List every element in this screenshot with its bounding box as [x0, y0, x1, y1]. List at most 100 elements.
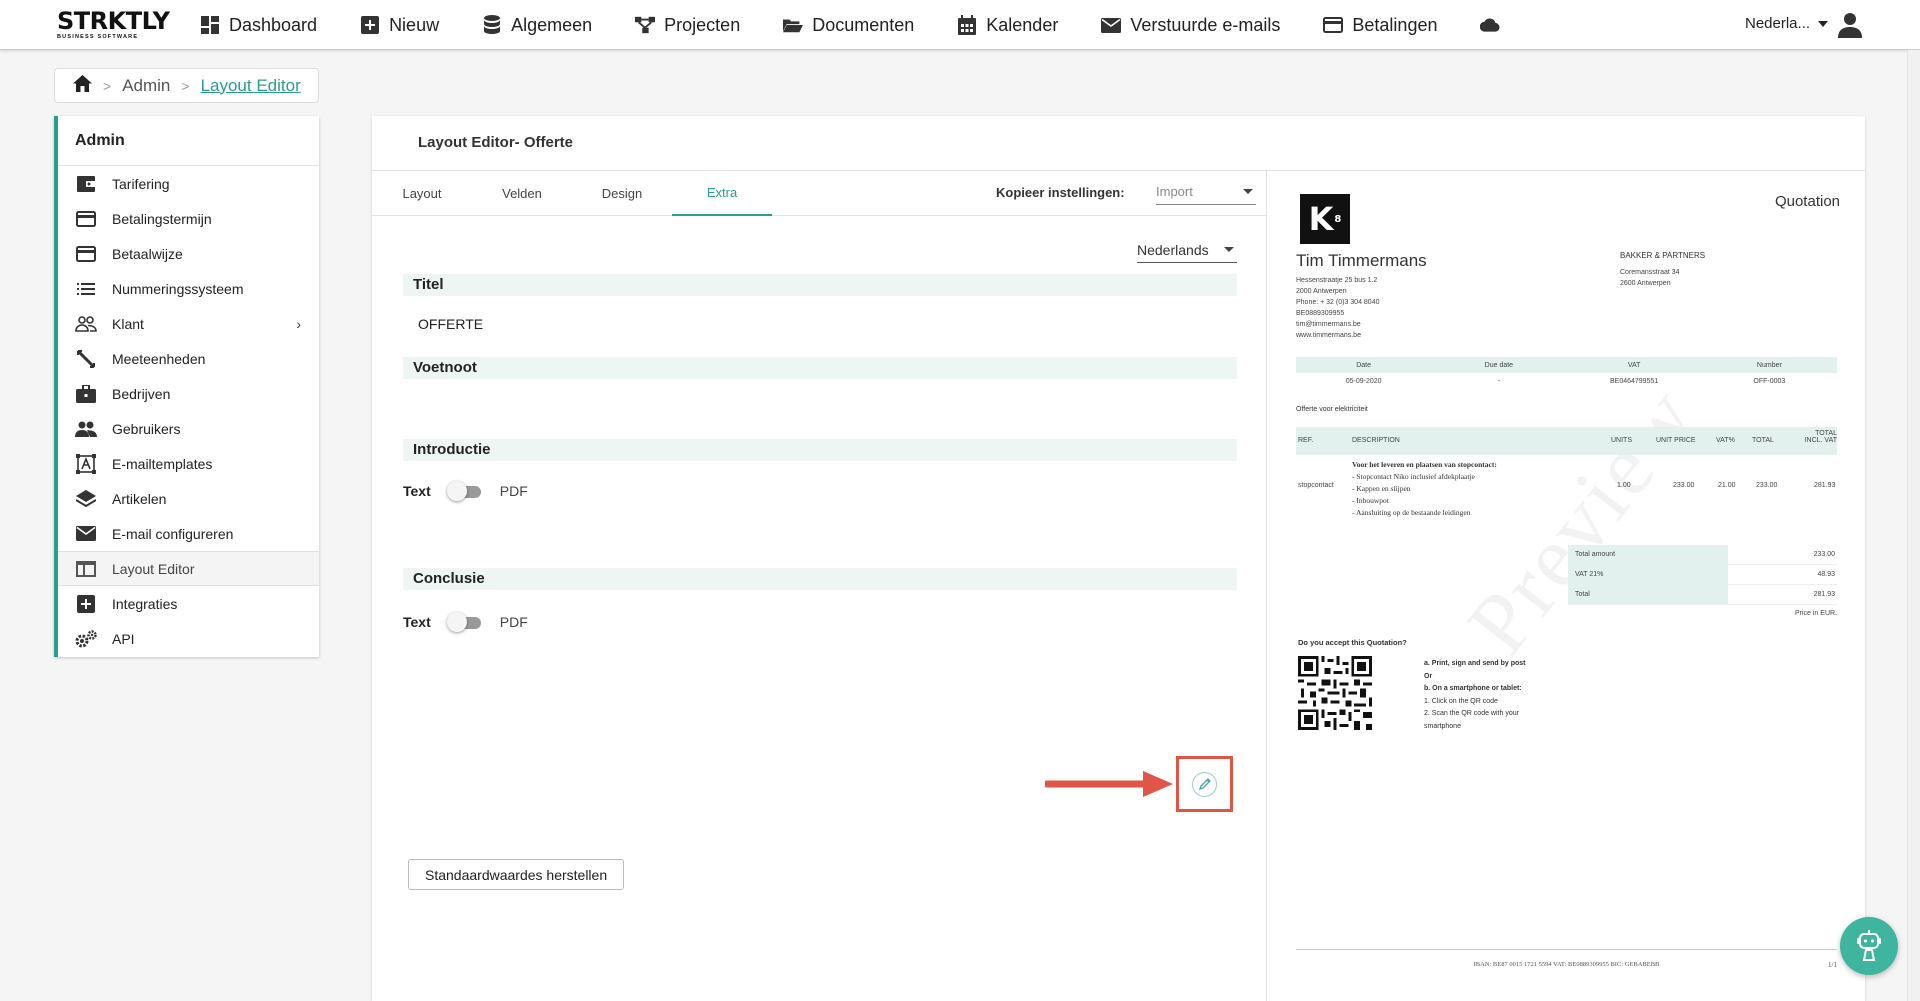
nav-documenten-label: Documenten — [812, 14, 915, 35]
breadcrumb-current[interactable]: Layout Editor — [201, 76, 301, 96]
line-description: Voor het leveren en plaatsen van stopcon… — [1352, 459, 1497, 519]
line-description-line: - Inbouwpot — [1352, 496, 1389, 505]
calendar-icon — [957, 15, 977, 35]
credit-card-icon — [75, 243, 97, 265]
sidebar-item-label: Integraties — [112, 595, 178, 612]
layout-editor-panel: Layout Editor- Offerte Layout Velden Des… — [372, 116, 1865, 1001]
database-icon — [482, 15, 502, 35]
sender-address: Hessenstraatje 25 bus 1.2 2000 Antwerpen… — [1296, 275, 1379, 341]
nav-cloud[interactable] — [1480, 15, 1509, 35]
chevron-down-icon — [1818, 20, 1829, 27]
sidebar-item-gebruikers[interactable]: Gebruikers — [58, 411, 319, 446]
nav-verstuurde-emails[interactable]: Verstuurde e-mails — [1101, 15, 1280, 36]
sidebar-item-betalingstermijn[interactable]: Betalingstermijn — [58, 201, 319, 236]
tab-design[interactable]: Design — [572, 171, 672, 216]
line-units: 1.00 — [1617, 482, 1631, 489]
instruction-line: b. On a smartphone or tablet: — [1424, 685, 1522, 692]
sender-address-line: tim@timmermans.be — [1296, 321, 1361, 328]
sidebar-item-e-mailtemplates[interactable]: E-mailtemplates — [58, 446, 319, 481]
sidebar-item-label: Meeteenheden — [112, 350, 206, 367]
sender-address-line: Phone: + 32 (0)3 304 8040 — [1296, 299, 1380, 306]
document-language-value: Nederlands — [1137, 242, 1209, 258]
totals-label: Total amount — [1568, 545, 1728, 565]
plus-square-icon — [75, 593, 97, 615]
nav-betalingen-label: Betalingen — [1352, 14, 1438, 35]
tab-layout[interactable]: Layout — [372, 171, 472, 216]
breadcrumb-admin[interactable]: Admin — [122, 76, 170, 96]
totals-label: VAT 21% — [1568, 565, 1728, 585]
sidebar-item-e-mail-configureren[interactable]: E-mail configureren — [58, 516, 319, 551]
sidebar-item-label: Gebruikers — [112, 420, 181, 437]
introductie-toggle-switch[interactable] — [446, 481, 483, 501]
help-assistant-button[interactable] — [1840, 917, 1898, 975]
document-type-title: Quotation — [1774, 193, 1840, 210]
line-description-line: - Aansluiting op de bestaande leidingen — [1352, 508, 1471, 517]
sidebar-item-label: Betaalwijze — [112, 245, 183, 262]
tab-extra[interactable]: Extra — [672, 171, 772, 216]
admin-sidebar: Admin Tarifering Betalingstermijn Betaal… — [54, 116, 319, 657]
tab-velden[interactable]: Velden — [472, 171, 572, 216]
language-select[interactable]: Nederla... — [1745, 15, 1829, 32]
home-icon[interactable] — [73, 74, 92, 97]
nav-projecten[interactable]: Projecten — [635, 15, 740, 36]
instruction-line: smartphone — [1424, 722, 1461, 730]
document-preview: Preview K8 Quotation Tim Timmermans Hess… — [1268, 171, 1865, 1001]
nav-dashboard[interactable]: Dashboard — [200, 15, 317, 36]
page-scrollbar[interactable] — [1907, 50, 1920, 1001]
edit-pencil-button[interactable] — [1192, 771, 1217, 797]
col-vat: VAT% — [1716, 437, 1735, 444]
sidebar-item-label: Klant — [112, 315, 144, 332]
chevron-down-icon — [1224, 247, 1234, 252]
sidebar-item-label: Tarifering — [112, 175, 170, 192]
sidebar-item-nummeringssysteem[interactable]: Nummeringssysteem — [58, 271, 319, 306]
strktly-logo[interactable]: STRKTLY BUSINESS SOFTWARE — [57, 9, 170, 41]
sidebar-item-label: Nummeringssysteem — [112, 280, 244, 297]
totals-table: Total amount 233.00 VAT 21% 48.93 Total … — [1568, 545, 1837, 605]
layers-icon — [75, 488, 97, 510]
titel-value[interactable]: OFFERTE — [418, 316, 483, 332]
section-voetnoot-heading: Voetnoot — [403, 357, 1237, 379]
main-nav: Dashboard Nieuw Algemeen Projecten Docum… — [200, 0, 1552, 50]
chevron-right-icon[interactable]: › — [296, 316, 301, 332]
sidebar-item-betaalwijze[interactable]: Betaalwijze — [58, 236, 319, 271]
nav-betalingen[interactable]: Betalingen — [1323, 15, 1437, 36]
col-unit-price: UNIT PRICE — [1656, 437, 1696, 444]
conclusie-toggle-switch[interactable] — [446, 612, 483, 632]
totals-row: VAT 21% 48.93 — [1568, 565, 1837, 585]
document-language-select[interactable]: Nederlands — [1137, 239, 1237, 263]
nav-algemeen[interactable]: Algemeen — [482, 15, 592, 36]
document-meta-table: Date Due date VAT Number 05-09-2020 - BE… — [1296, 357, 1837, 389]
credit-card-icon — [1323, 15, 1344, 35]
toggle-label-text: Text — [403, 483, 431, 499]
instruction-line: Or — [1424, 672, 1433, 680]
restore-defaults-button[interactable]: Standaardwaardes herstellen — [408, 859, 625, 890]
breadcrumb-separator: > — [103, 77, 112, 94]
client-address-line: 2600 Antwerpen — [1620, 280, 1671, 287]
meta-header-row: Date Due date VAT Number — [1296, 357, 1837, 373]
sidebar-item-integraties[interactable]: Integraties — [58, 586, 319, 621]
sidebar-item-klant[interactable]: Klant › — [58, 306, 319, 341]
people-outline-icon — [75, 313, 97, 335]
sidebar-item-tarifering[interactable]: Tarifering — [58, 166, 319, 201]
sidebar-item-artikelen[interactable]: Artikelen — [58, 481, 319, 516]
user-icon[interactable] — [1838, 12, 1862, 38]
sidebar-title: Admin — [58, 116, 319, 166]
client-name: BAKKER & PARTNERS — [1620, 251, 1706, 260]
line-ref: stopcontact — [1298, 482, 1334, 489]
nav-nieuw[interactable]: Nieuw — [360, 15, 439, 36]
sidebar-item-label: Artikelen — [112, 490, 167, 507]
sidebar-item-meeteenheden[interactable]: Meeteenheden — [58, 341, 319, 376]
sidebar-item-bedrijven[interactable]: Bedrijven — [58, 376, 319, 411]
footer-divider — [1296, 949, 1837, 950]
nav-documenten[interactable]: Documenten — [783, 15, 914, 36]
col-total-incl: TOTAL INCL. VAT — [1804, 430, 1837, 444]
layout-icon — [75, 558, 97, 580]
col-total: TOTAL — [1752, 437, 1774, 444]
nav-kalender[interactable]: Kalender — [957, 15, 1058, 36]
sidebar-item-api[interactable]: API — [58, 621, 319, 656]
assistant-icon — [1857, 930, 1881, 961]
instruction-line: 2. Scan the QR code with your — [1424, 710, 1519, 717]
annotation-arrow — [1045, 771, 1173, 797]
import-select[interactable]: Import — [1156, 181, 1256, 205]
sidebar-item-layout-editor[interactable]: Layout Editor — [58, 551, 319, 586]
